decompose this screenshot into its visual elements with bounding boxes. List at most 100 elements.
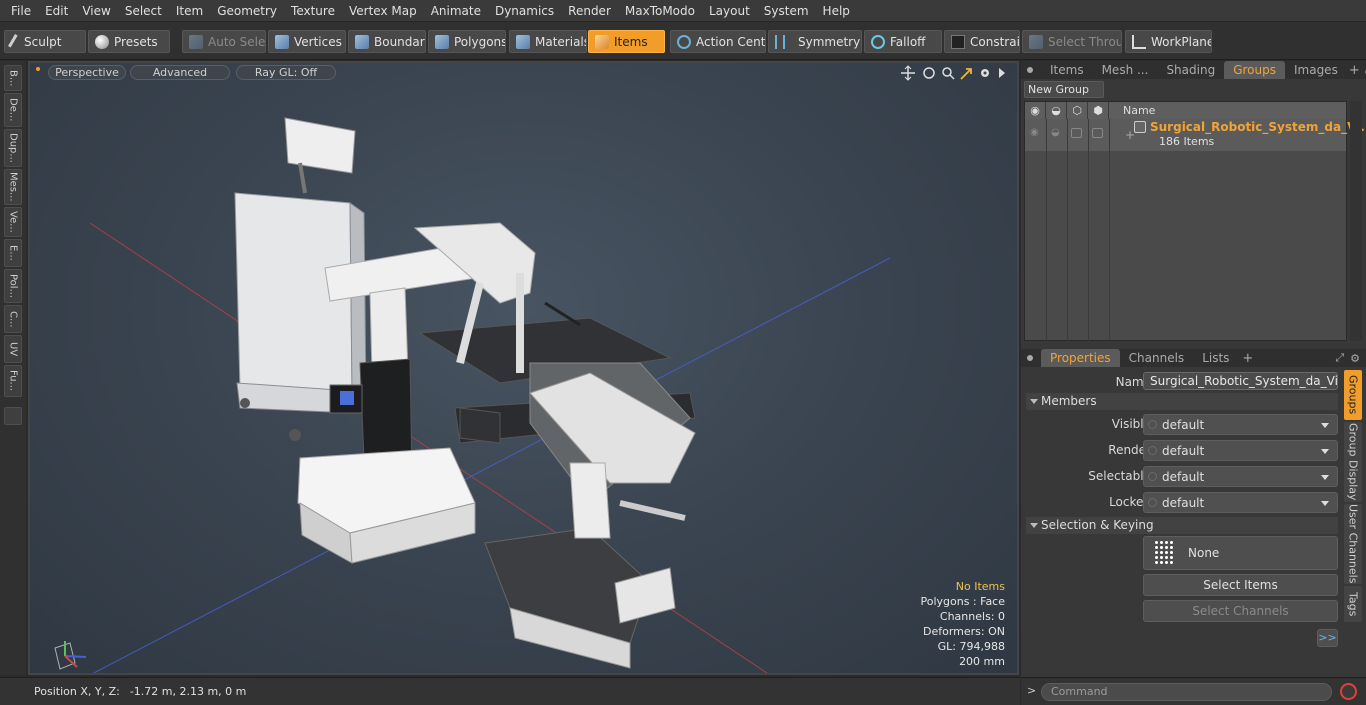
menu-render[interactable]: Render [561, 0, 618, 22]
tab-groups[interactable]: Groups [1224, 61, 1285, 79]
tab-mesh[interactable]: Mesh ... [1093, 61, 1158, 79]
sculpt-button[interactable]: Sculpt [4, 30, 86, 53]
left-tab-extra[interactable] [4, 407, 22, 425]
tab-items[interactable]: Items [1041, 61, 1093, 79]
lock-col-icon[interactable]: ⬢ [1088, 102, 1109, 119]
workplane-button[interactable]: WorkPlane [1125, 30, 1212, 53]
selectable-value: default [1162, 469, 1205, 484]
menu-texture[interactable]: Texture [284, 0, 342, 22]
row-eye-icon[interactable]: ◉ [1030, 127, 1039, 138]
select-channels-button[interactable]: Select Channels [1143, 600, 1338, 622]
status-bar: Position X, Y, Z: -1.72 m, 2.13 m, 0 m [0, 677, 1020, 705]
props-gear-icon[interactable]: ⚙ [1348, 352, 1366, 365]
new-group-button[interactable]: New Group [1024, 81, 1104, 98]
row-select-checkbox[interactable] [1071, 128, 1082, 138]
polygons-button[interactable]: Polygons [428, 30, 506, 53]
raygl-dropdown[interactable]: Ray GL: Off [236, 65, 336, 80]
visible-dropdown[interactable]: default [1143, 414, 1338, 435]
record-icon[interactable] [1340, 683, 1357, 700]
left-tab-uv[interactable]: UV [4, 335, 22, 363]
props-expand-icon[interactable]: ⤢ [1331, 351, 1348, 365]
perspective-dropdown[interactable]: Perspective [48, 65, 126, 80]
left-tab-polygon[interactable]: Pol... [4, 269, 22, 303]
advanced-dropdown[interactable]: Advanced [130, 65, 230, 80]
menu-select[interactable]: Select [118, 0, 169, 22]
props-menu-dot[interactable] [1027, 355, 1033, 361]
left-tab-vertex[interactable]: Ve... [4, 207, 22, 237]
menu-dynamics[interactable]: Dynamics [488, 0, 561, 22]
menu-system[interactable]: System [757, 0, 816, 22]
presets-button[interactable]: Presets [88, 30, 170, 53]
menu-file[interactable]: File [4, 0, 38, 22]
more-button[interactable]: >> [1317, 629, 1338, 647]
menu-layout[interactable]: Layout [702, 0, 757, 22]
presets-label: Presets [114, 34, 158, 49]
rotate-view-icon[interactable] [923, 67, 935, 79]
move-view-icon[interactable] [901, 65, 915, 81]
render-dropdown[interactable]: default [1143, 440, 1338, 461]
side-tab-tags[interactable]: Tags [1344, 586, 1362, 622]
viewport-menu-dot[interactable] [36, 67, 40, 71]
menu-animate[interactable]: Animate [424, 0, 488, 22]
side-tab-groups[interactable]: Groups [1344, 370, 1362, 420]
tab-channels[interactable]: Channels [1120, 349, 1194, 367]
menu-vertex-map[interactable]: Vertex Map [342, 0, 424, 22]
select-items-button[interactable]: Select Items [1143, 574, 1338, 596]
left-tab-duplicate[interactable]: Dup... [4, 129, 22, 167]
left-tab-curve[interactable]: C... [4, 305, 22, 333]
menu-view[interactable]: View [75, 0, 117, 22]
menu-maxtomodo[interactable]: MaxToModo [618, 0, 702, 22]
visibility-col-eye-icon[interactable]: ◉ [1025, 102, 1046, 119]
tab-lists[interactable]: Lists [1193, 349, 1238, 367]
none-button[interactable]: None [1143, 536, 1338, 570]
selection-keying-section[interactable]: Selection & Keying [1026, 517, 1338, 534]
3d-viewport[interactable]: Perspective Advanced Ray GL: Off No Item… [28, 61, 1019, 675]
locked-dropdown[interactable]: default [1143, 492, 1338, 513]
left-tab-mesh[interactable]: Mes... [4, 169, 22, 205]
command-input[interactable]: Command [1041, 683, 1332, 701]
groups-scrollbar[interactable] [1350, 101, 1362, 341]
viewport-arrow-icon[interactable] [999, 68, 1005, 78]
tab-properties[interactable]: Properties [1041, 349, 1120, 367]
maximize-view-icon[interactable] [960, 68, 972, 80]
tab-images[interactable]: Images [1285, 61, 1347, 79]
hud-gl: GL: 794,988 [937, 640, 1005, 653]
zoom-view-icon[interactable] [942, 67, 955, 80]
add-tab-icon[interactable]: + [1347, 63, 1362, 78]
add-prop-tab-icon[interactable]: + [1238, 351, 1257, 366]
symmetry-button[interactable]: Symmetry [768, 30, 862, 53]
selectable-dropdown[interactable]: default [1143, 466, 1338, 487]
tab-shading[interactable]: Shading [1157, 61, 1224, 79]
items-label: Items [614, 34, 648, 49]
materials-button[interactable]: Materials [509, 30, 587, 53]
row-lock-checkbox[interactable] [1092, 128, 1103, 138]
menu-edit[interactable]: Edit [38, 0, 75, 22]
side-tab-user-channels[interactable]: User Channels [1344, 504, 1362, 584]
select-through-button[interactable]: Select Through [1022, 30, 1122, 53]
side-tab-group-display[interactable]: Group Display [1344, 422, 1362, 502]
expand-icon[interactable]: ⤢ [1362, 63, 1366, 77]
menu-geometry[interactable]: Geometry [210, 0, 284, 22]
render-col-icon[interactable]: ◒ [1046, 102, 1067, 119]
group-row[interactable]: ◉ ◒ + Surgical_Robotic_System_da_Vi... 1… [1025, 119, 1366, 151]
action-center-button[interactable]: Action Center [670, 30, 766, 53]
menu-item[interactable]: Item [169, 0, 210, 22]
left-tab-basic[interactable]: B... [4, 65, 22, 91]
members-section[interactable]: Members [1026, 393, 1338, 410]
viewport-gear-icon[interactable] [981, 69, 989, 77]
row-render-icon[interactable]: ◒ [1051, 127, 1060, 138]
menu-help[interactable]: Help [816, 0, 857, 22]
boundary-button[interactable]: Boundary [348, 30, 426, 53]
left-tab-fusion[interactable]: Fu... [4, 365, 22, 397]
name-field[interactable]: Surgical_Robotic_System_da_Vinci_SI [1143, 372, 1338, 390]
left-tab-deform[interactable]: De... [4, 93, 22, 127]
select-col-cube-icon[interactable]: ⬡ [1067, 102, 1088, 119]
falloff-button[interactable]: Falloff [864, 30, 942, 53]
panel-menu-dot[interactable] [1027, 67, 1033, 73]
group-name[interactable]: Surgical_Robotic_System_da_Vi... [1150, 120, 1366, 134]
constraints-button[interactable]: Constrai... [944, 30, 1020, 53]
auto-select-button[interactable]: Auto Select [182, 30, 266, 53]
items-button[interactable]: Items [588, 30, 665, 53]
left-tab-edge[interactable]: E... [4, 239, 22, 267]
vertices-button[interactable]: Vertices 1 [268, 30, 346, 53]
